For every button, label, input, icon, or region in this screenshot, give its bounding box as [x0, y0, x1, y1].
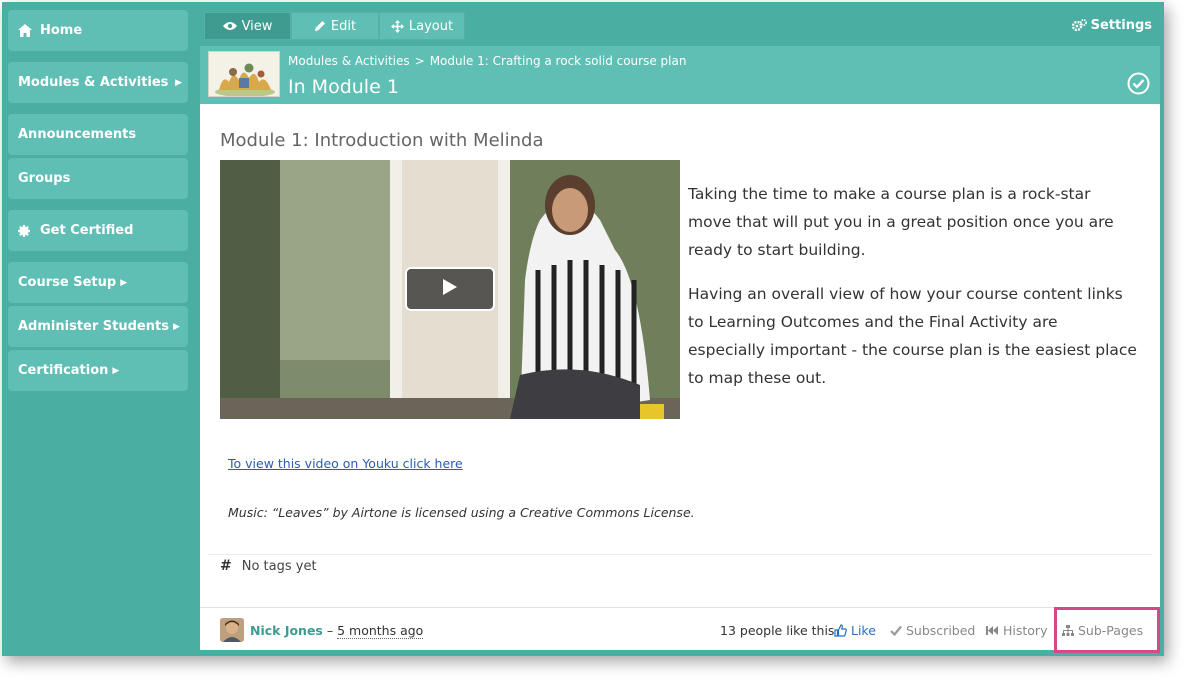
sidebar-item-course-setup[interactable]: Course Setup ▶ [8, 262, 188, 303]
like-button[interactable]: Like [834, 623, 876, 638]
module-title: Module 1: Introduction with Melinda [220, 130, 544, 151]
breadcrumb-separator: > [414, 54, 425, 68]
play-icon [442, 278, 458, 300]
video-player[interactable] [220, 160, 680, 419]
tab-edit-label: Edit [330, 18, 357, 34]
breadcrumb-item-module-1[interactable]: Module 1: Crafting a rock solid course p… [430, 54, 687, 68]
check-circle-icon[interactable] [1127, 72, 1150, 95]
sidebar-item-administer-students[interactable]: Administer Students ▶ [8, 306, 188, 347]
tags-text: No tags yet [241, 558, 317, 574]
author-info: Nick Jones – 5 months ago [250, 623, 424, 639]
toolbar: View Edit Layout Settings [200, 12, 1160, 42]
subscribed-label: Subscribed [906, 623, 976, 638]
tab-edit[interactable]: Edit [291, 12, 379, 40]
rewind-icon [986, 625, 999, 636]
sidebar-item-label: Modules & Activities [18, 75, 169, 90]
caret-right-icon: ▶ [172, 321, 180, 332]
gears-icon [1071, 19, 1087, 32]
music-credit: Music: “Leaves” by Airtone is licensed u… [228, 505, 695, 520]
page-header: Modules & Activities > Module 1: Crafting … [200, 46, 1160, 104]
sidebar-item-label: Certification [18, 363, 109, 378]
pencil-icon [314, 20, 326, 32]
tags-section: # No tags yet [220, 558, 317, 574]
timestamp[interactable]: 5 months ago [337, 623, 424, 639]
tab-layout-label: Layout [408, 18, 454, 34]
home-icon [18, 24, 34, 37]
breadcrumb: Modules & Activities > Module 1: Crafting … [288, 54, 686, 68]
description-paragraph: Having an overall view of how your cours… [688, 285, 1137, 387]
badge-icon [18, 224, 34, 237]
hash-icon: # [220, 558, 232, 574]
sidebar-item-label: Home [40, 23, 83, 38]
sidebar-item-get-certified[interactable]: Get Certified [8, 210, 188, 251]
divider [208, 554, 1152, 555]
youku-link[interactable]: To view this video on Youku click here [228, 456, 463, 471]
subscribed-button[interactable]: Subscribed [890, 623, 975, 638]
caret-right-icon: ▶ [112, 365, 120, 376]
sidebar-item-label: Course Setup [18, 275, 117, 290]
move-arrows-icon [390, 19, 404, 33]
caret-right-icon: ▶ [175, 77, 182, 88]
breadcrumb-item-modules[interactable]: Modules & Activities [288, 54, 410, 68]
thumbs-up-icon [834, 624, 847, 637]
tab-view-label: View [241, 18, 273, 34]
settings-button[interactable]: Settings [1071, 18, 1152, 33]
tab-view[interactable]: View [204, 12, 291, 40]
avatar[interactable] [220, 618, 244, 642]
checkmark-icon [890, 625, 902, 636]
sidebar-item-label: Groups [18, 171, 71, 186]
page-title: In Module 1 [288, 76, 399, 98]
like-label: Like [851, 623, 876, 638]
sidebar-item-label: Get Certified [40, 223, 134, 238]
author-name[interactable]: Nick Jones [250, 623, 323, 638]
history-button[interactable]: History [986, 623, 1047, 638]
play-button[interactable] [405, 267, 495, 311]
author-separator: – [322, 623, 338, 638]
settings-label: Settings [1090, 18, 1152, 33]
main-content: Module 1: Introduction with Melinda Taki… [200, 104, 1160, 650]
caret-right-icon: ▶ [120, 277, 128, 288]
sidebar-item-groups[interactable]: Groups [8, 158, 188, 199]
module-description: Taking the time to make a course plan is… [688, 180, 1138, 408]
sidebar-item-home[interactable]: Home [8, 10, 188, 51]
sidebar-item-label: Administer Students [18, 319, 169, 334]
likes-count: 13 people like this [720, 623, 835, 638]
eye-icon [222, 21, 237, 31]
description-paragraph: Taking the time to make a course plan is… [688, 185, 1114, 259]
highlight-box [1054, 607, 1160, 653]
sidebar-item-label: Announcements [18, 127, 137, 142]
sidebar-item-modules-activities[interactable]: Modules & Activities ▶ [8, 62, 188, 103]
sidebar-item-announcements[interactable]: Announcements [8, 114, 188, 155]
tab-layout[interactable]: Layout [379, 12, 465, 40]
sidebar-item-certification[interactable]: Certification ▶ [8, 350, 188, 391]
page-footer: Nick Jones – 5 months ago 13 people like… [200, 608, 1160, 650]
history-label: History [1003, 623, 1048, 638]
course-thumbnail [208, 51, 280, 97]
